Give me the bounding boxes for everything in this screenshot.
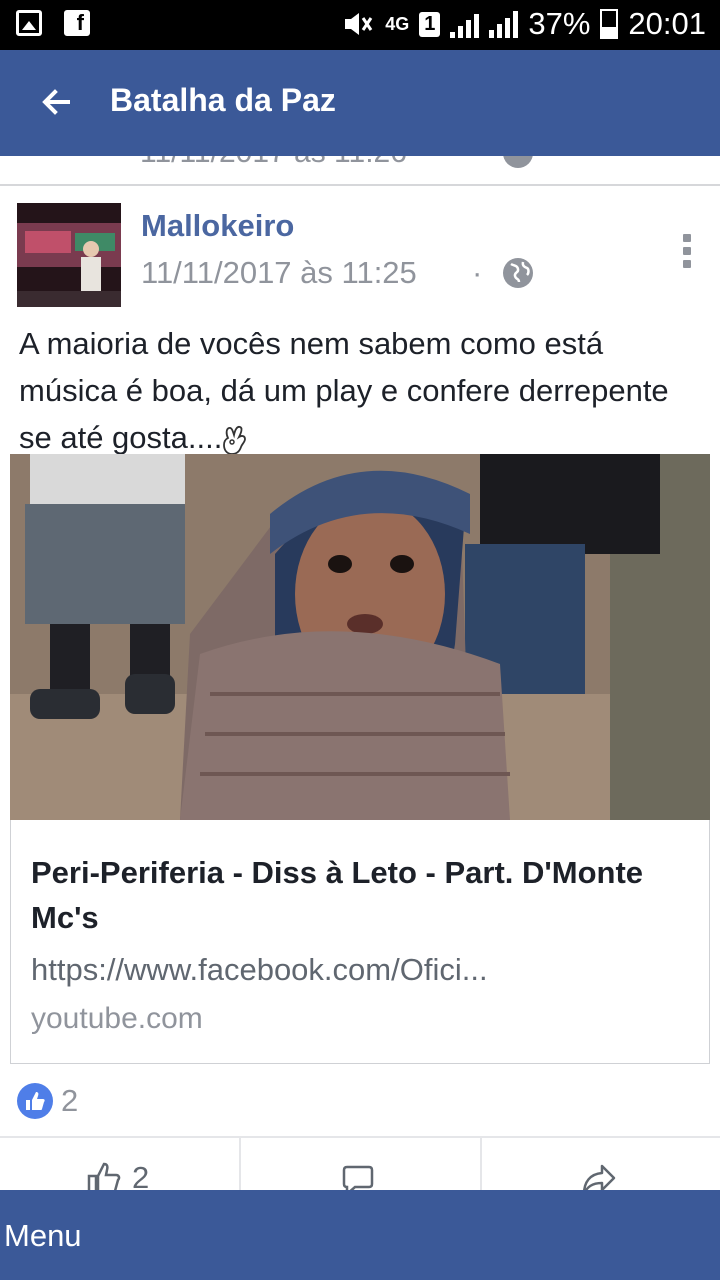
previous-post-meta: 11/11/2017 às 11:26 — [0, 156, 720, 186]
like-reaction-icon — [17, 1083, 53, 1119]
previous-post-date: 11/11/2017 às 11:26 — [140, 156, 407, 170]
back-arrow-icon[interactable] — [38, 84, 74, 120]
bottom-bar: Menu — [0, 1190, 720, 1280]
reaction-count: 2 — [61, 1083, 79, 1118]
image-icon — [16, 10, 42, 36]
globe-icon — [503, 156, 533, 168]
facebook-icon: f — [64, 10, 90, 36]
link-title[interactable]: Peri-Periferia - Diss à Leto - Part. D'M… — [31, 850, 691, 940]
post-text-body: A maioria de vocês nem sabem como está m… — [19, 326, 669, 455]
like-button[interactable]: 2 — [0, 1138, 239, 1198]
sim-indicator: 1 — [419, 11, 441, 37]
meta-separator: · — [472, 255, 483, 290]
post-date[interactable]: 11/11/2017 às 11:25 — [141, 255, 417, 291]
link-domain: youtube.com — [31, 1002, 203, 1035]
ok-hand-emoji — [223, 425, 247, 455]
post-actions: 2 — [0, 1136, 720, 1198]
clock: 20:01 — [628, 6, 706, 41]
more-vertical-icon[interactable] — [683, 234, 693, 268]
link-preview-image[interactable] — [10, 454, 710, 820]
globe-icon — [503, 258, 533, 288]
mute-icon — [345, 13, 373, 35]
status-bar: f 4G 1 37% 20:01 — [0, 0, 720, 50]
app-bar: Batalha da Paz — [0, 50, 720, 156]
page-title: Batalha da Paz — [110, 82, 336, 118]
signal-icon — [489, 10, 519, 38]
battery-percent: 37% — [528, 6, 591, 41]
link-card[interactable]: Peri-Periferia - Diss à Leto - Part. D'M… — [10, 820, 710, 1064]
reactions-summary[interactable]: 2 — [17, 1083, 78, 1119]
post-author[interactable]: Mallokeiro — [141, 208, 294, 244]
avatar[interactable] — [17, 203, 121, 307]
comment-button[interactable] — [239, 1138, 480, 1198]
link-url: https://www.facebook.com/Ofici... — [31, 952, 488, 987]
menu-button[interactable]: Menu — [4, 1218, 82, 1254]
network-type: 4G — [385, 13, 410, 34]
signal-icon — [450, 10, 480, 38]
share-button[interactable] — [480, 1138, 720, 1198]
post-text: A maioria de vocês nem sabem como está m… — [19, 320, 709, 461]
battery-icon — [600, 9, 619, 39]
